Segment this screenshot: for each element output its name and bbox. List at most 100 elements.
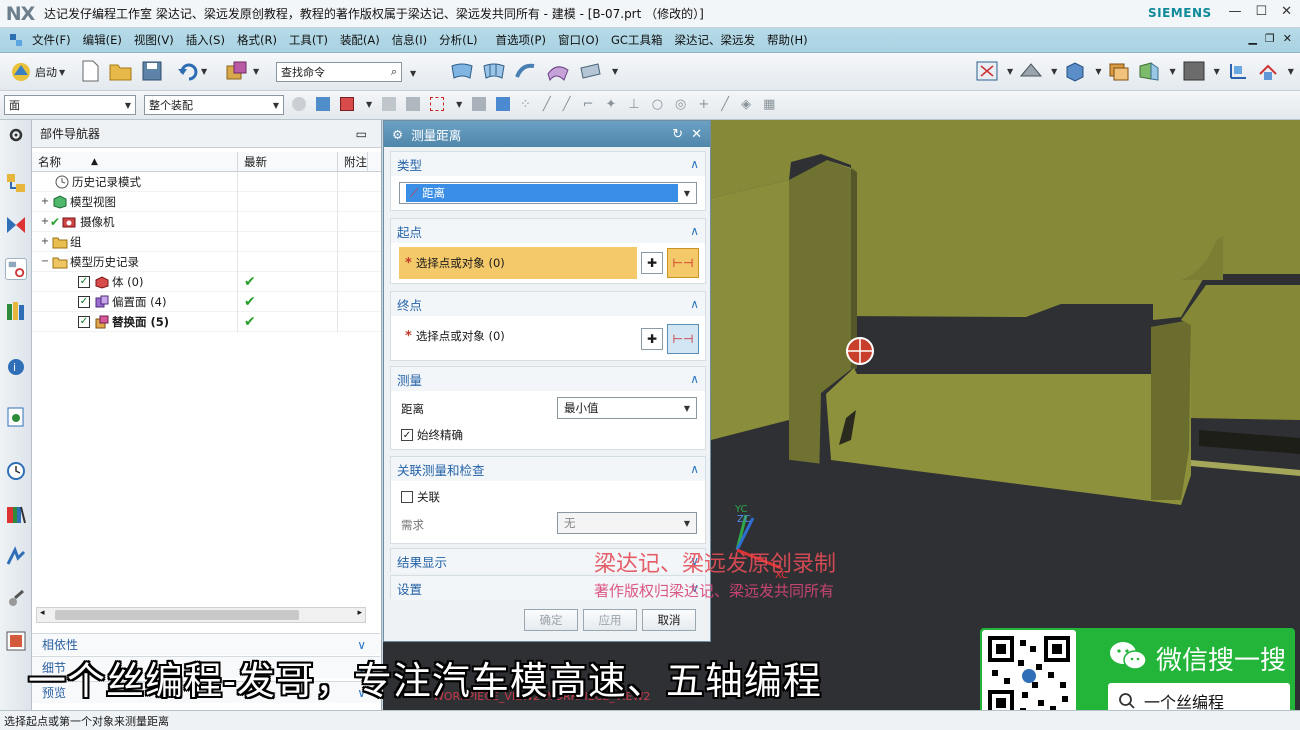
- expand-icon[interactable]: +: [40, 216, 50, 227]
- expand-icon[interactable]: +: [40, 196, 50, 207]
- gear-filter-icon[interactable]: [292, 97, 306, 111]
- background-color-icon[interactable]: [1182, 60, 1206, 82]
- trim-surface-icon[interactable]: [578, 60, 602, 82]
- menu-window[interactable]: 窗口(O): [552, 32, 605, 48]
- selection-filter-select[interactable]: 面 ▼: [4, 95, 136, 115]
- save-button[interactable]: [141, 60, 163, 82]
- reset-icon[interactable]: ↻: [672, 127, 683, 142]
- measure-type-select[interactable]: ⟋ 距离 ▼: [399, 182, 697, 204]
- associative-section-header[interactable]: 关联测量和检查 ∧: [391, 457, 705, 481]
- reuse-library-icon[interactable]: [5, 300, 27, 322]
- snap-quadrant-icon[interactable]: ◎: [675, 97, 686, 112]
- menu-gc-toolkit[interactable]: GC工具箱: [605, 32, 668, 48]
- select-feature-icon[interactable]: [316, 97, 330, 111]
- scroll-left-icon[interactable]: ◂: [40, 608, 45, 618]
- distance-mode-select[interactable]: 最小值 ▼: [557, 397, 697, 419]
- rectangle-select-icon[interactable]: [430, 97, 445, 111]
- tree-row[interactable]: + 模型视图: [32, 191, 381, 212]
- point-dialog-button[interactable]: ✚: [641, 252, 663, 274]
- open-file-button[interactable]: [109, 60, 133, 82]
- end-section-header[interactable]: 终点 ∧: [391, 292, 705, 316]
- point-dialog-button[interactable]: ✚: [641, 328, 663, 350]
- select-sheet-icon[interactable]: [496, 97, 511, 111]
- history-palette-icon[interactable]: [5, 406, 27, 428]
- view-orient-icon[interactable]: [1019, 60, 1043, 82]
- chevron-down-icon[interactable]: ▼: [1288, 67, 1294, 76]
- new-file-button[interactable]: [80, 60, 100, 82]
- chevron-down-icon[interactable]: ▼: [1169, 67, 1175, 76]
- web-browser-icon[interactable]: i: [5, 356, 27, 378]
- tree-row[interactable]: + ✔ 摄像机: [32, 211, 381, 232]
- end-selection-field[interactable]: * 选择点或对象 (0): [405, 328, 505, 344]
- process-studio-icon[interactable]: [5, 546, 27, 568]
- snap-point-icon[interactable]: [382, 97, 397, 111]
- collapse-icon[interactable]: −: [40, 256, 50, 267]
- snap-grid-icon[interactable]: ▦: [763, 97, 775, 112]
- chevron-down-icon[interactable]: ▼: [410, 69, 416, 78]
- chevron-down-icon[interactable]: ▼: [1214, 67, 1220, 76]
- chevron-down-icon[interactable]: ▼: [1095, 67, 1101, 76]
- manufacturing-wizard-icon[interactable]: [5, 588, 27, 610]
- sweep-surface-icon[interactable]: [514, 60, 538, 82]
- maximize-icon[interactable]: ☐: [1255, 4, 1267, 19]
- column-latest-header[interactable]: 最新: [238, 152, 338, 171]
- shaded-cube-icon[interactable]: [1063, 60, 1087, 82]
- scrollbar-thumb[interactable]: [55, 610, 299, 620]
- start-button[interactable]: 启动 ▼: [10, 61, 65, 83]
- analysis-icon[interactable]: [5, 504, 27, 526]
- snap-on-face-icon[interactable]: ╱: [721, 97, 729, 112]
- search-icon[interactable]: ⌕: [391, 65, 397, 79]
- start-section-header[interactable]: 起点 ∧: [391, 219, 705, 243]
- always-exact-checkbox[interactable]: ✓ 始终精确: [401, 427, 463, 443]
- associative-checkbox[interactable]: 关联: [401, 489, 440, 505]
- measurement-section-header[interactable]: 测量 ∧: [391, 367, 705, 391]
- snap-bounded-icon[interactable]: ◈: [741, 97, 751, 112]
- requirement-select[interactable]: 无 ▼: [557, 512, 697, 534]
- app-menu-icon[interactable]: [6, 32, 26, 48]
- tree-row[interactable]: ✓ 体 (0) ✔: [32, 271, 381, 292]
- menu-file[interactable]: 文件(F): [26, 32, 77, 48]
- menu-view[interactable]: 视图(V): [128, 32, 180, 48]
- assembly-navigator-icon[interactable]: [5, 172, 27, 194]
- doc-minimize-icon[interactable]: ▁: [1248, 32, 1256, 45]
- settings-gear-icon[interactable]: ⚙: [392, 127, 403, 142]
- checkbox-checked[interactable]: ✓: [401, 429, 413, 441]
- snap-endpoint-icon[interactable]: ╱: [543, 97, 551, 112]
- undo-button[interactable]: ▼: [177, 61, 207, 81]
- snap-existing-point-icon[interactable]: ⁘: [520, 97, 531, 112]
- doc-restore-icon[interactable]: ❐: [1265, 32, 1275, 45]
- snap-tangent-icon[interactable]: ⊥: [628, 97, 639, 112]
- part-navigator-icon[interactable]: [5, 258, 27, 280]
- column-name-header[interactable]: 名称 ▲: [32, 152, 238, 171]
- command-search-input[interactable]: 查找命令 ⌕: [276, 62, 402, 82]
- chevron-down-icon[interactable]: ▼: [1007, 67, 1013, 76]
- menu-analysis[interactable]: 分析(L): [433, 32, 483, 48]
- surface-mesh-icon[interactable]: [482, 60, 506, 82]
- tree-row[interactable]: − 模型历史记录: [32, 251, 381, 272]
- wcs-icon[interactable]: [1226, 60, 1250, 82]
- column-notes-header[interactable]: 附注: [338, 152, 368, 171]
- snap-arc-center-icon[interactable]: ○: [652, 97, 663, 112]
- assembly-scope-select[interactable]: 整个装配 ▼: [144, 95, 284, 115]
- clock-icon[interactable]: [5, 460, 27, 482]
- select-body-icon[interactable]: [340, 97, 354, 111]
- studio-surface-icon[interactable]: [546, 60, 570, 82]
- gear-icon[interactable]: [5, 124, 27, 146]
- menu-edit[interactable]: 编辑(E): [77, 32, 128, 48]
- type-section-header[interactable]: 类型 ∧: [391, 152, 705, 176]
- graphics-viewport[interactable]: YC ZC XC: [711, 120, 1300, 710]
- checkbox-unchecked[interactable]: [401, 491, 413, 503]
- roles-icon[interactable]: [5, 630, 27, 652]
- select-object-button[interactable]: ⊢⊣: [667, 248, 699, 278]
- tree-row[interactable]: + 组: [32, 231, 381, 252]
- snap-end-icon[interactable]: [406, 97, 421, 111]
- section-view-icon[interactable]: [1137, 60, 1161, 82]
- select-object-button[interactable]: ⊢⊣: [667, 324, 699, 354]
- visibility-checkbox[interactable]: ✓: [78, 295, 90, 308]
- chevron-down-icon[interactable]: ▼: [366, 100, 372, 109]
- chevron-down-icon[interactable]: ▼: [456, 100, 462, 109]
- close-icon[interactable]: ✕: [1281, 4, 1292, 19]
- menu-assembly[interactable]: 装配(A): [334, 32, 386, 48]
- tree-row[interactable]: ✓ 偏置面 (4) ✔: [32, 291, 381, 312]
- doc-close-icon[interactable]: ✕: [1283, 32, 1292, 45]
